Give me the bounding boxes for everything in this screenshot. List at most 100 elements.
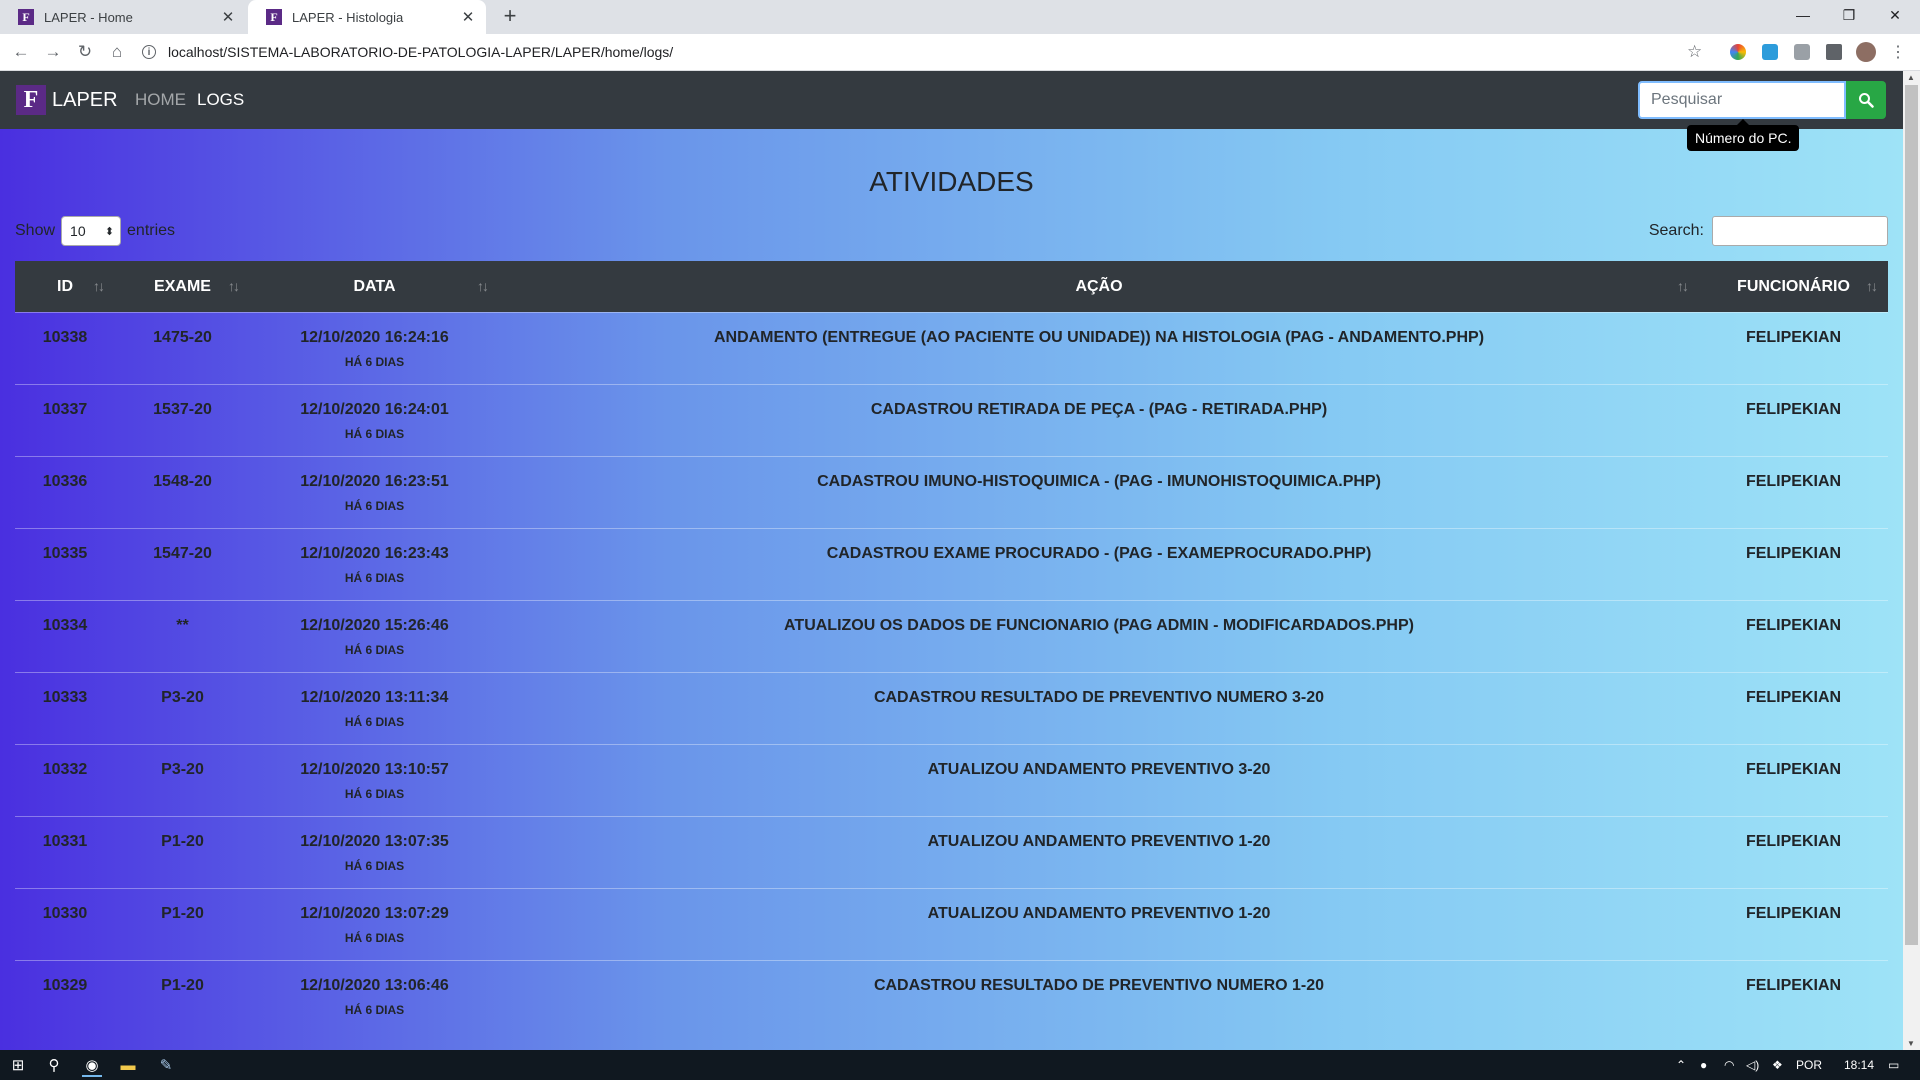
back-icon[interactable]: ← (9, 40, 33, 64)
tray-chevron-icon[interactable]: ⌃ (1676, 1058, 1686, 1072)
profile-avatar[interactable] (1856, 42, 1876, 62)
menu-dots-icon[interactable]: ⋮ (1886, 40, 1910, 64)
header-label: FUNCIONÁRIO (1737, 277, 1850, 295)
forward-icon[interactable]: → (41, 40, 65, 64)
scroll-up-icon[interactable]: ▲ (1907, 73, 1915, 82)
column-header-id[interactable]: ID ↑↓ (15, 261, 115, 313)
cell-data: 12/10/2020 16:23:43 HÁ 6 DIAS (250, 528, 499, 601)
date-text: 12/10/2020 16:24:01 (300, 401, 449, 418)
app-navbar: F LAPER HOME LOGS (0, 71, 1903, 129)
cell-funcionario: FELIPEKIAN (1699, 888, 1888, 961)
home-icon[interactable]: ⌂ (105, 40, 129, 64)
table-row: 10332 P3-20 12/10/2020 13:10:57 HÁ 6 DIAS… (15, 744, 1888, 817)
url-text: localhost/SISTEMA-LABORATORIO-DE-PATOLOG… (168, 44, 674, 60)
relative-time: HÁ 6 DIAS (344, 1003, 405, 1017)
bookmark-star-icon[interactable]: ☆ (1687, 42, 1702, 62)
cell-id: 10336 (15, 456, 115, 529)
column-header-acao[interactable]: AÇÃO ↑↓ (499, 261, 1699, 313)
cell-id: 10329 (15, 960, 115, 1033)
minimize-icon[interactable]: — (1780, 0, 1826, 30)
color-extension-icon[interactable] (1730, 44, 1746, 60)
cell-data: 12/10/2020 15:26:46 HÁ 6 DIAS (250, 600, 499, 673)
address-bar[interactable]: i localhost/SISTEMA-LABORATORIO-DE-PATOL… (142, 38, 1702, 66)
cell-id: 10334 (15, 600, 115, 673)
close-tab-icon[interactable]: ✕ (458, 8, 478, 26)
table-row: 10336 1548-20 12/10/2020 16:23:51 HÁ 6 DI… (15, 456, 1888, 529)
nav-home-link[interactable]: HOME (135, 90, 186, 110)
browser-tab-home[interactable]: F LAPER - Home ✕ (0, 0, 246, 34)
file-explorer-icon[interactable]: ▬ (118, 1055, 138, 1075)
search-input[interactable] (1638, 81, 1846, 119)
search-button[interactable] (1846, 81, 1886, 119)
laper-favicon-icon: F (18, 9, 34, 25)
length-show-label: Show (15, 222, 56, 239)
app-taskbar-icon[interactable]: ✎ (156, 1055, 176, 1075)
page-scrollbar[interactable]: ▲ ▼ (1903, 71, 1920, 1050)
date-text: 12/10/2020 13:06:46 (300, 977, 449, 994)
cell-funcionario: FELIPEKIAN (1699, 528, 1888, 601)
cell-data: 12/10/2020 13:07:35 HÁ 6 DIAS (250, 816, 499, 889)
camera-extension-icon[interactable] (1794, 44, 1810, 60)
chrome-taskbar-icon[interactable]: ◉ (82, 1055, 102, 1077)
clock[interactable]: 18:14 (1844, 1058, 1874, 1072)
dropbox-tray-icon[interactable]: ❖ (1772, 1058, 1783, 1072)
table-filter-control: Search: (1649, 216, 1888, 246)
column-header-data[interactable]: DATA ↑↓ (250, 261, 499, 313)
column-header-funcionario[interactable]: FUNCIONÁRIO ↑↓ (1699, 261, 1888, 313)
search-tooltip: Número do PC. (1687, 119, 1800, 151)
notifications-icon[interactable]: ▭ (1888, 1058, 1899, 1072)
cell-data: 12/10/2020 13:10:57 HÁ 6 DIAS (250, 744, 499, 817)
language-indicator[interactable]: POR (1796, 1058, 1822, 1072)
cell-data: 12/10/2020 16:23:51 HÁ 6 DIAS (250, 456, 499, 529)
brand-name: LAPER (52, 88, 118, 111)
steam-tray-icon[interactable]: ● (1700, 1058, 1707, 1072)
column-header-exame[interactable]: EXAME ↑↓ (115, 261, 250, 313)
cell-acao: ATUALIZOU ANDAMENTO PREVENTIVO 1-20 (499, 888, 1699, 961)
relative-time: HÁ 6 DIAS (344, 787, 405, 801)
header-label: ID (57, 277, 73, 295)
cell-data: 12/10/2020 16:24:16 HÁ 6 DIAS (250, 312, 499, 385)
cell-exame: P1-20 (115, 960, 250, 1033)
browser-tab-histologia[interactable]: F LAPER - Histologia ✕ (248, 0, 486, 34)
puzzle-extensions-icon[interactable] (1826, 44, 1842, 60)
scroll-down-icon[interactable]: ▼ (1907, 1039, 1915, 1048)
new-tab-icon[interactable]: + (498, 4, 522, 28)
table-search-input[interactable] (1712, 216, 1888, 246)
laper-favicon-icon: F (266, 9, 282, 25)
scroll-thumb[interactable] (1905, 85, 1918, 945)
reload-icon[interactable]: ↻ (73, 40, 97, 64)
cell-acao: CADASTROU RESULTADO DE PREVENTIVO NUMERO… (499, 960, 1699, 1033)
date-text: 12/10/2020 16:23:43 (300, 545, 449, 562)
sort-icon: ↑↓ (1866, 278, 1878, 294)
date-text: 12/10/2020 13:07:29 (300, 905, 449, 922)
search-label: Search: (1648, 222, 1704, 239)
cell-exame: 1537-20 (115, 384, 250, 457)
entries-select[interactable]: 10 (61, 216, 122, 246)
translate-extension-icon[interactable] (1762, 44, 1778, 60)
nav-logs-link[interactable]: LOGS (197, 90, 244, 110)
sort-icon: ↑↓ (228, 278, 240, 294)
cell-id: 10335 (15, 528, 115, 601)
close-window-icon[interactable]: ✕ (1872, 0, 1918, 30)
cell-funcionario: FELIPEKIAN (1699, 312, 1888, 385)
cell-acao: ATUALIZOU ANDAMENTO PREVENTIVO 3-20 (499, 744, 1699, 817)
page-title: ATIVIDADES (869, 166, 1034, 197)
windows-start-icon[interactable]: ⊞ (8, 1055, 28, 1075)
close-tab-icon[interactable]: ✕ (218, 8, 238, 26)
wifi-icon[interactable]: ◠ (1724, 1058, 1734, 1072)
cell-id: 10332 (15, 744, 115, 817)
search-icon[interactable]: ⚲ (44, 1055, 64, 1075)
date-text: 12/10/2020 13:07:35 (300, 833, 449, 850)
restore-icon[interactable]: ❐ (1826, 0, 1872, 30)
volume-icon[interactable]: ◁) (1746, 1058, 1759, 1072)
brand[interactable]: F LAPER (16, 85, 118, 115)
cell-exame: P3-20 (115, 744, 250, 817)
site-info-icon[interactable]: i (142, 45, 156, 59)
relative-time: HÁ 6 DIAS (344, 427, 405, 441)
main-content: ATIVIDADES Show 10 entries Search: ID ↑↓ … (0, 129, 1903, 1050)
relative-time: HÁ 6 DIAS (344, 643, 405, 657)
cell-acao: CADASTROU RESULTADO DE PREVENTIVO NUMERO… (499, 672, 1699, 745)
table-row: 10331 P1-20 12/10/2020 13:07:35 HÁ 6 DIAS… (15, 816, 1888, 889)
sort-icon: ↑↓ (93, 278, 105, 294)
date-text: 12/10/2020 13:11:34 (300, 689, 449, 706)
